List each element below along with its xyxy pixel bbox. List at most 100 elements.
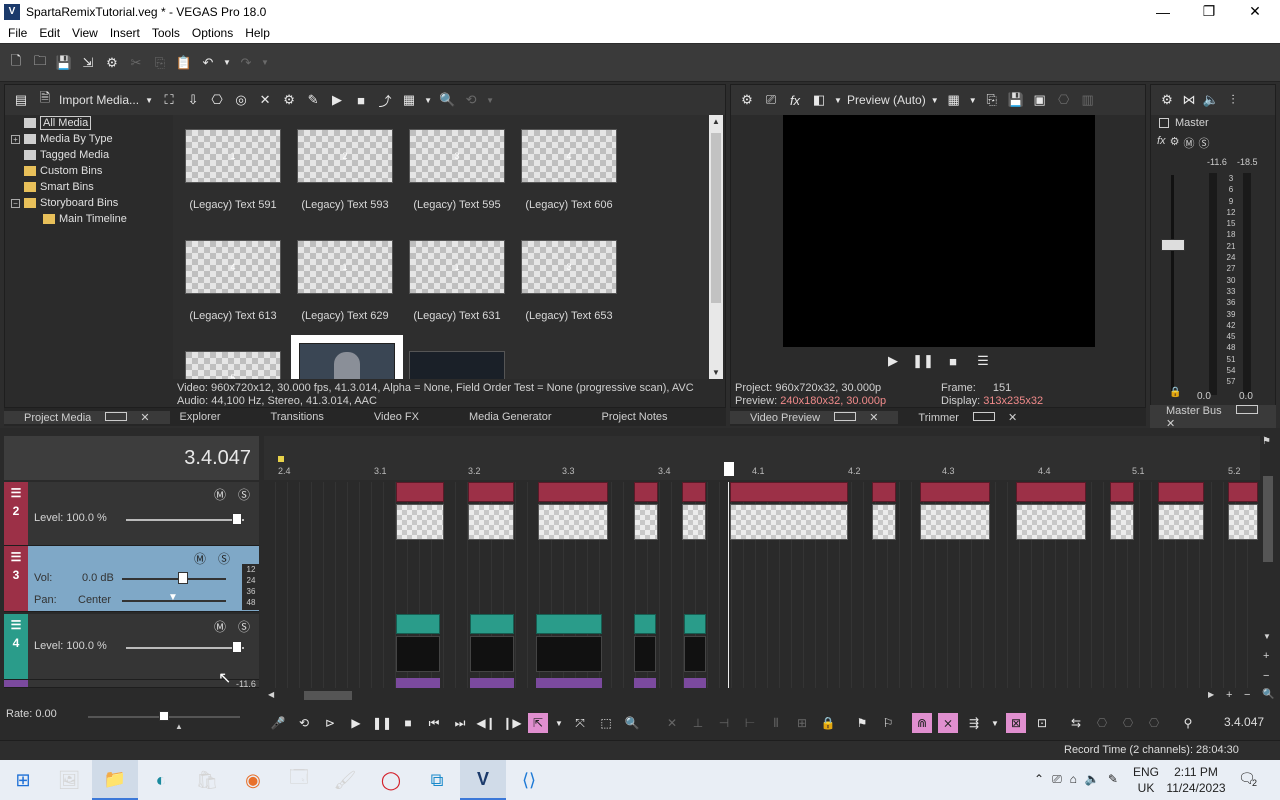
prev-frame-icon[interactable]: ◀❙ xyxy=(476,713,496,733)
next-frame-icon[interactable]: ❙▶ xyxy=(502,713,522,733)
media-thumb[interactable]: 1 xyxy=(185,129,281,183)
language-indicator[interactable]: ENG UK xyxy=(1133,764,1159,796)
taskbar-vegas-icon[interactable]: V xyxy=(460,760,506,800)
close-icon[interactable]: ✕ xyxy=(859,412,888,424)
device-icon[interactable]: ⎚ xyxy=(761,90,781,110)
ripple-dropdown-icon[interactable]: ▼ xyxy=(990,713,1000,733)
media-thumb-selected[interactable] xyxy=(291,335,403,379)
taskbar-paint-icon[interactable]: 🖌 xyxy=(322,760,368,800)
settings-gear-icon[interactable]: ⚙ xyxy=(102,53,122,73)
media-thumb[interactable]: 3 xyxy=(521,240,617,294)
capture-icon[interactable]: ⛶ xyxy=(159,90,179,110)
tool-dropdown-icon[interactable]: ▼ xyxy=(554,713,564,733)
start-windows-icon[interactable]: ⊞ xyxy=(0,760,46,800)
track-level-knob[interactable] xyxy=(232,513,242,525)
rate-knob[interactable] xyxy=(159,711,169,721)
trim-icon[interactable]: ⊥ xyxy=(688,713,708,733)
auto-ripple-icon[interactable]: ⇆ xyxy=(1066,713,1086,733)
tab-project-notes[interactable]: Project Notes xyxy=(562,411,678,423)
close-icon[interactable]: ✕ xyxy=(130,412,159,424)
track-menu-icon[interactable]: ☰ xyxy=(11,618,22,632)
save-icon[interactable]: 💾 xyxy=(54,53,74,73)
media-thumb[interactable]: 2 xyxy=(297,129,393,183)
snapping-icon[interactable]: ⋒ xyxy=(912,713,932,733)
undo-dropdown-icon[interactable]: ▼ xyxy=(222,53,232,73)
paste-icon[interactable]: 📋 xyxy=(174,53,194,73)
overlays-dropdown-icon[interactable]: ▼ xyxy=(968,90,978,110)
master-solo-icon[interactable]: Ⓢ xyxy=(1198,135,1209,151)
delete-icon[interactable]: ✕ xyxy=(662,713,682,733)
play-from-start-icon[interactable]: ⊳ xyxy=(320,713,340,733)
tree-item-storyboard-bins[interactable]: − Storyboard Bins xyxy=(11,195,171,211)
master-mute-icon[interactable]: Ⓜ xyxy=(1183,135,1194,151)
tray-chevron-up-icon[interactable]: ⌃ xyxy=(1034,772,1044,787)
stop-icon[interactable]: ■ xyxy=(398,713,418,733)
mixer-icon[interactable]: ⫶ xyxy=(1223,90,1243,110)
normal-edit-tool-icon[interactable]: ⇱ xyxy=(528,713,548,733)
track-mute-icon[interactable]: Ⓜ xyxy=(194,550,206,567)
split-screen-icon[interactable]: ◧ xyxy=(809,90,829,110)
track-header-audio-3[interactable]: ☰ 3 Ⓜ Ⓢ Vol: 0.0 dB Pan: Center ▼ 12 24 36 4… xyxy=(4,546,260,612)
web-media-icon[interactable]: ◎ xyxy=(231,90,251,110)
tab-master-bus[interactable]: Master Bus ✕ xyxy=(1150,404,1276,430)
new-file-icon[interactable]: 🗋 xyxy=(6,53,26,73)
quality-dropdown-icon[interactable]: ▼ xyxy=(930,90,940,110)
tray-volume-icon[interactable]: 🔈 xyxy=(1085,772,1100,787)
timeline-timecode[interactable]: 3.4.047 xyxy=(4,436,259,480)
undock-icon[interactable] xyxy=(1235,404,1258,414)
auto-crossfade-icon[interactable]: ⨯ xyxy=(938,713,958,733)
remove-media-icon[interactable]: ✕ xyxy=(255,90,275,110)
tree-item-smart-bins[interactable]: Smart Bins xyxy=(11,179,171,195)
save-snapshot-icon[interactable]: 💾 xyxy=(1006,90,1026,110)
pan-knob-icon[interactable]: ▼ xyxy=(168,592,178,603)
track-mute-icon[interactable]: Ⓜ xyxy=(214,618,226,635)
master-gear-icon[interactable]: ⚙ xyxy=(1157,90,1177,110)
track-solo-icon[interactable]: Ⓢ xyxy=(238,486,250,503)
views-icon[interactable]: ▦ xyxy=(399,90,419,110)
tab-video-preview[interactable]: Video Preview ✕ xyxy=(730,410,899,424)
close-button[interactable]: ✕ xyxy=(1232,0,1278,23)
cut-icon[interactable]: ✂ xyxy=(126,53,146,73)
render-icon[interactable]: ⇲ xyxy=(78,53,98,73)
marker-icon[interactable] xyxy=(278,456,284,462)
media-view-icon[interactable]: ▤ xyxy=(11,90,31,110)
timeline-hscroll[interactable]: ◀ ▶ + − 🔍 xyxy=(264,689,1276,703)
taskbar-app-icon[interactable]: 🗔 xyxy=(276,760,322,800)
master-fader-track[interactable] xyxy=(1171,175,1174,391)
go-to-start-icon[interactable]: ⏮ xyxy=(424,713,444,733)
undock-icon[interactable] xyxy=(972,411,995,421)
search-icon[interactable]: 🔍 xyxy=(437,90,457,110)
playhead-handle[interactable] xyxy=(724,462,734,476)
menu-edit[interactable]: Edit xyxy=(33,26,66,40)
import-media-button[interactable]: Import Media... xyxy=(59,93,139,107)
envelope-tool-icon[interactable]: ⤧ xyxy=(570,713,590,733)
menu-insert[interactable]: Insert xyxy=(104,26,146,40)
tab-project-media[interactable]: Project Media ✕ xyxy=(4,410,170,424)
go-to-end-icon[interactable]: ⏭ xyxy=(450,713,470,733)
trim-start-icon[interactable]: ⊣ xyxy=(714,713,734,733)
minimize-button[interactable]: — xyxy=(1140,0,1186,23)
refresh-icon[interactable]: ⟲ xyxy=(461,90,481,110)
track-menu-icon[interactable]: ☰ xyxy=(11,550,22,564)
preview-menu-icon[interactable]: ☰ xyxy=(973,351,993,371)
trim-end-icon[interactable]: ⊢ xyxy=(740,713,760,733)
track-volume-knob[interactable] xyxy=(178,572,188,584)
views-dropdown-icon[interactable]: ▼ xyxy=(423,90,433,110)
track-header-video-2[interactable]: ☰ 2 Ⓜ Ⓢ Level: 100.0 % xyxy=(4,482,259,546)
stop-preview-icon[interactable]: ■ xyxy=(351,90,371,110)
play-icon[interactable]: ▶ xyxy=(346,713,366,733)
downmix-icon[interactable]: ⋈ xyxy=(1179,90,1199,110)
extra-tool-icon-1[interactable]: ⎔ xyxy=(1092,713,1112,733)
copy-snapshot-icon[interactable]: ⎘ xyxy=(982,90,1002,110)
video-thumbnail-image[interactable] xyxy=(409,351,505,379)
track-lanes[interactable] xyxy=(264,482,1258,688)
media-thumb[interactable]: 5 xyxy=(185,351,281,379)
tab-media-generator[interactable]: Media Generator xyxy=(429,411,562,423)
undock-icon[interactable] xyxy=(834,411,857,421)
tree-item-media-by-type[interactable]: + Media By Type xyxy=(11,131,171,147)
auto-preview-icon[interactable]: ⤴ xyxy=(375,90,395,110)
undock-icon[interactable] xyxy=(105,411,128,421)
taskbar-file-explorer-icon[interactable]: 📁 xyxy=(92,760,138,800)
taskbar-app-2-icon[interactable]: ⧉ xyxy=(414,760,460,800)
redo-icon[interactable]: ↷ xyxy=(236,53,256,73)
